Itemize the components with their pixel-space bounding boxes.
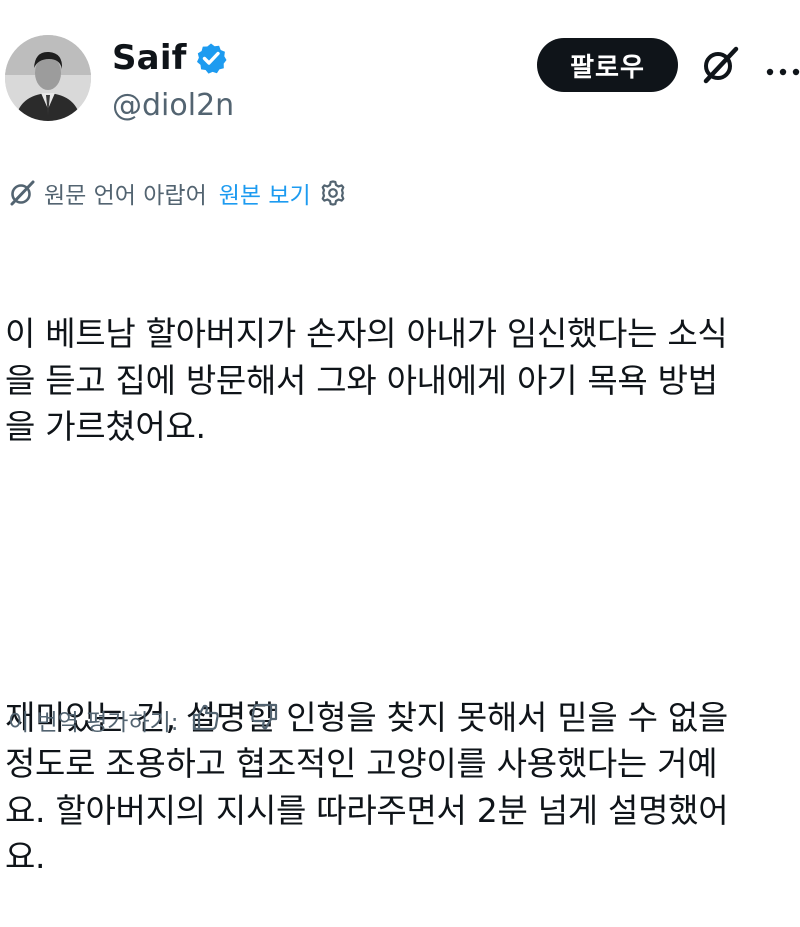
show-original-link[interactable]: 원본 보기	[219, 176, 311, 210]
more-icon[interactable]	[765, 62, 800, 76]
follow-button[interactable]: 팔로우	[537, 38, 678, 92]
source-language-label: 원문 언어 아랍어	[44, 183, 207, 209]
avatar[interactable]	[5, 35, 91, 121]
grok-icon[interactable]	[700, 45, 740, 85]
rate-translation-row: 이 번역 평가하기:	[8, 702, 279, 738]
rate-translation-label: 이 번역 평가하기:	[8, 710, 179, 736]
display-name[interactable]: Saif	[112, 38, 187, 78]
gear-icon[interactable]	[319, 179, 347, 207]
verified-badge-icon	[195, 42, 227, 74]
thumbs-down-icon[interactable]	[249, 702, 279, 738]
tweet-header: Saif @diol2n 팔로우	[0, 0, 800, 150]
translate-grok-icon	[8, 179, 36, 207]
author-handle[interactable]: @diol2n	[112, 88, 234, 123]
tweet-paragraph: 이 베트남 할아버지가 손자의 아내가 임신했다는 소식 을 듣고 집에 방문해…	[5, 314, 728, 446]
translation-bar: 원문 언어 아랍어 원본 보기	[8, 176, 347, 210]
thumbs-up-icon[interactable]	[191, 702, 221, 738]
author-name-row[interactable]: Saif	[112, 38, 227, 78]
tweet-body: 이 베트남 할아버지가 손자의 아내가 임신했다는 소식 을 듣고 집에 방문해…	[5, 218, 797, 927]
